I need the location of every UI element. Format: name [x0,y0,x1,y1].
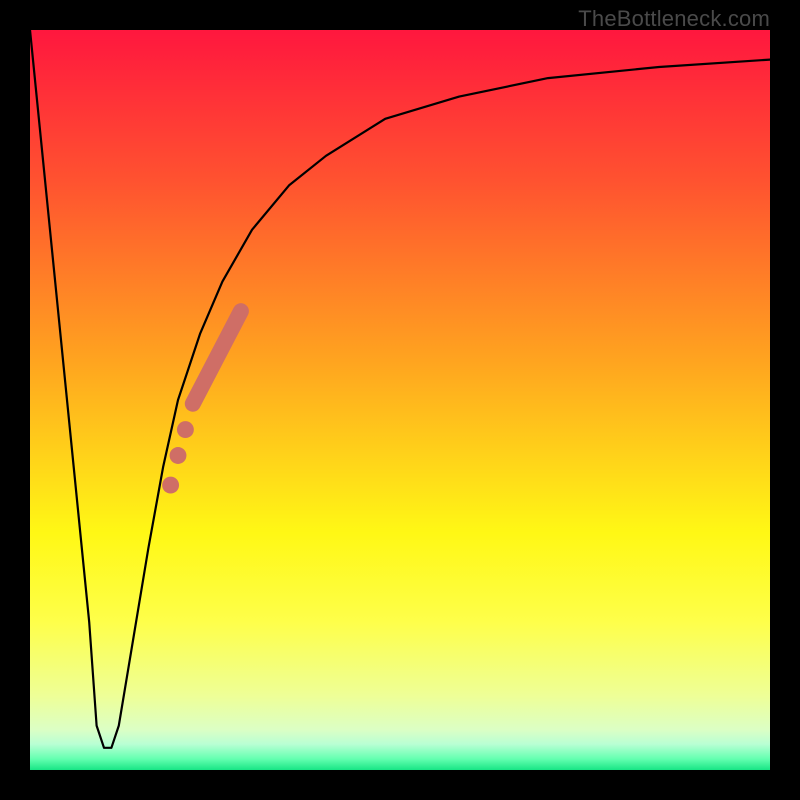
plot-area [30,30,770,770]
watermark-text: TheBottleneck.com [578,6,770,32]
chart-frame: TheBottleneck.com [0,0,800,800]
highlight-segment [193,311,241,404]
highlight-dot [162,477,179,494]
highlight-dot [177,421,194,438]
bottleneck-curve [30,30,770,748]
curve-layer [30,30,770,770]
highlight-dot [170,447,187,464]
highlight-markers [162,311,241,493]
